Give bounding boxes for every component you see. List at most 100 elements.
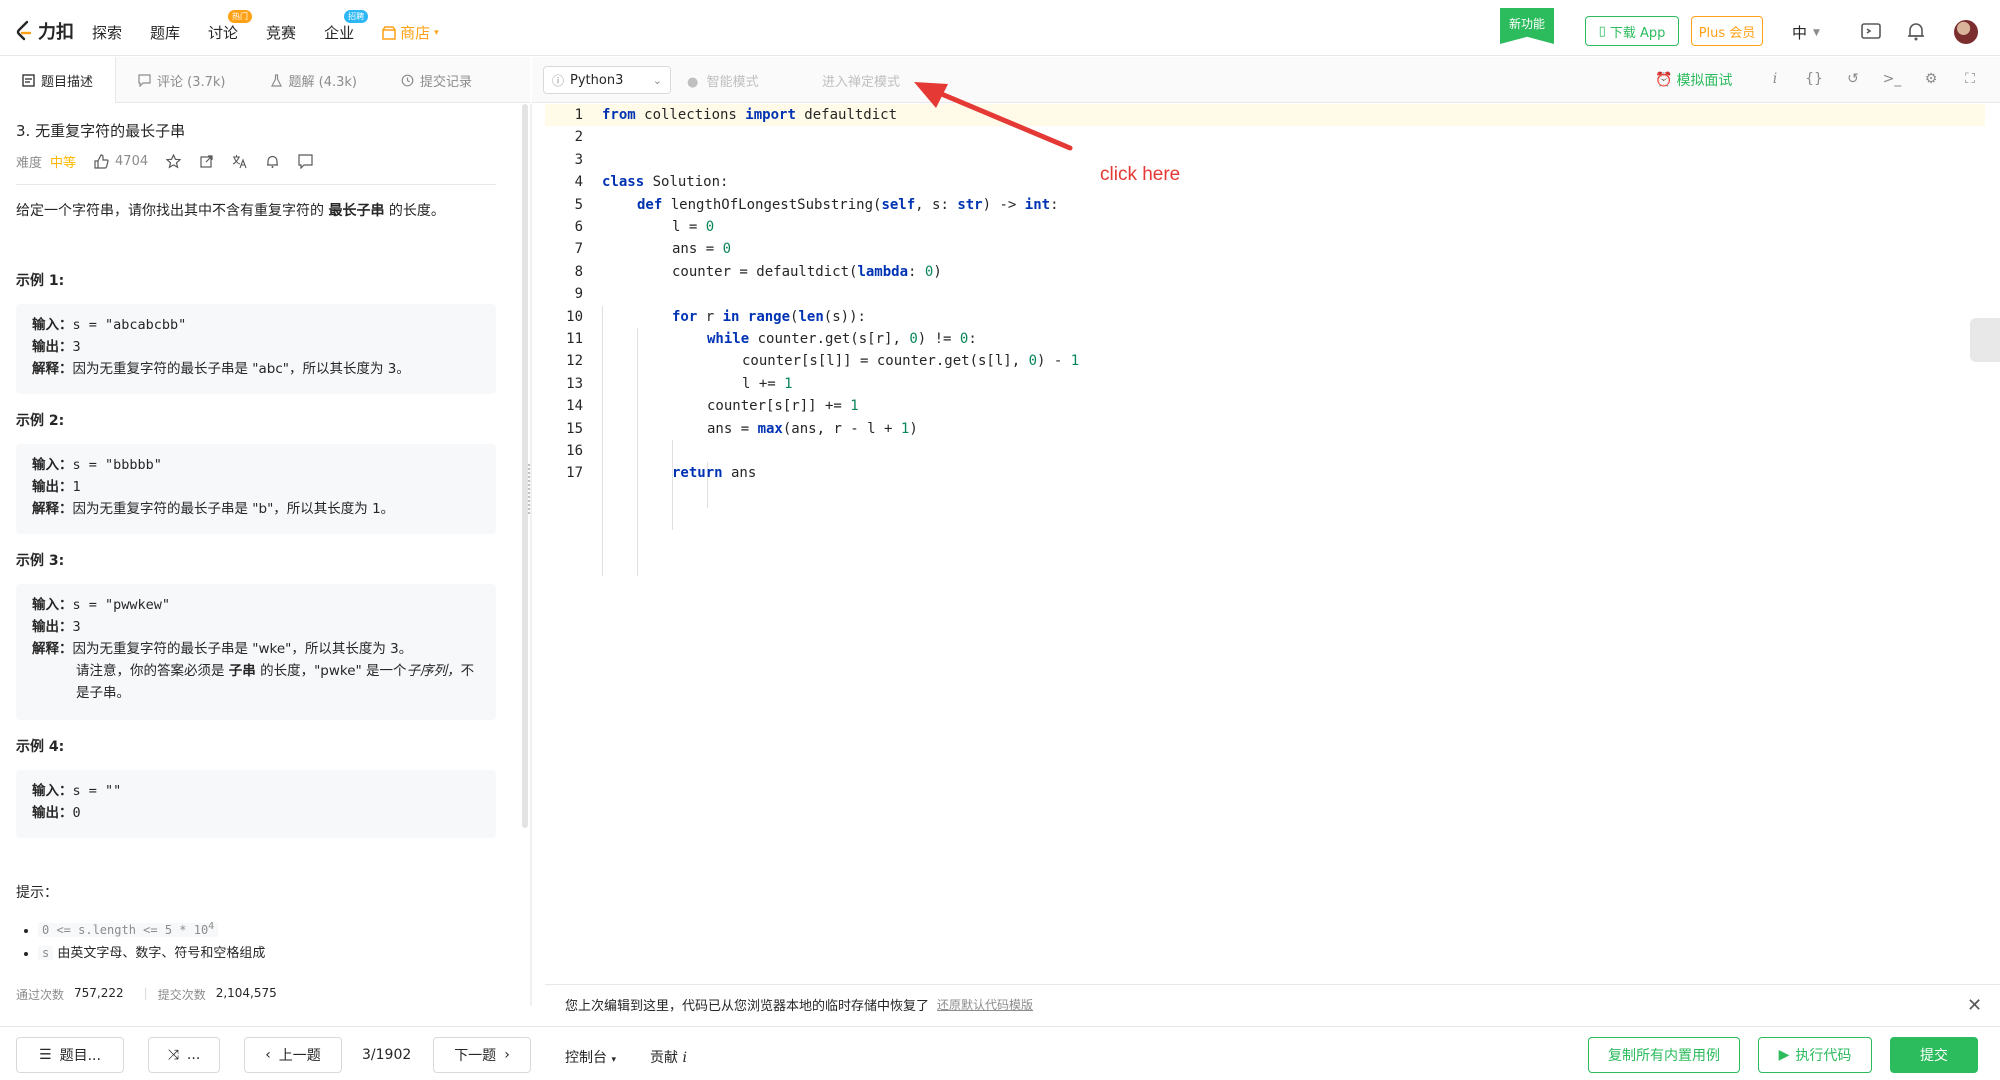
playground-icon[interactable] <box>1860 20 1882 42</box>
download-app-button[interactable]: ▯ 下载 App <box>1585 16 1679 46</box>
code-line[interactable]: 9 <box>545 283 1985 305</box>
example-2-box: 输入：s = "bbbbb" 输出：1 解释：因为无重复字符的最长子串是 "b"… <box>16 444 496 534</box>
difficulty-value: 中等 <box>50 156 77 171</box>
code-line[interactable]: 8 counter = defaultdict(lambda: 0) <box>545 261 1985 283</box>
intro-text-end: 的长度。 <box>384 203 445 219</box>
next-label: 下一题 <box>454 1048 497 1064</box>
code-line[interactable]: 6 l = 0 <box>545 216 1985 238</box>
code-line[interactable]: 14 counter[s[r]] += 1 <box>545 395 1985 417</box>
clock-icon <box>401 74 414 86</box>
explain-label: 解释： <box>32 361 73 377</box>
smart-mode-toggle[interactable]: ● 智能模式 <box>687 71 759 90</box>
line-number: 12 <box>566 353 583 370</box>
user-avatar[interactable] <box>1954 20 1978 44</box>
language-label: 中 <box>1792 24 1808 42</box>
reset-code-icon[interactable]: ↺ <box>1843 69 1863 89</box>
tab-comments[interactable]: 评论 (3.7k) <box>116 57 247 103</box>
random-problem-button[interactable]: ⤨ ... <box>148 1037 220 1073</box>
submit-button[interactable]: 提交 <box>1890 1037 1978 1073</box>
code-keyword: len <box>798 308 824 325</box>
side-panel-handle[interactable] <box>1970 318 2000 362</box>
nav-contest[interactable]: 竞赛 <box>266 22 296 43</box>
accepted-count: 757,222 <box>74 986 124 1000</box>
problem-list-button[interactable]: ☰ 题目... <box>16 1037 124 1073</box>
like-button[interactable]: 4704 <box>94 154 148 169</box>
tab-description[interactable]: 题目描述 <box>0 57 117 103</box>
example-3-output: 3 <box>72 619 81 635</box>
run-code-button[interactable]: ▶ 执行代码 <box>1758 1037 1872 1073</box>
code-line[interactable]: 12 counter[s[l]] = counter.get(s[l], 0) -… <box>545 350 1985 372</box>
leetcode-logo-icon <box>16 20 32 41</box>
nav-discuss[interactable]: 讨论 热门 <box>208 10 253 43</box>
leetcode-logo[interactable]: 力扣 <box>14 18 74 44</box>
share-icon[interactable] <box>199 154 214 169</box>
mock-interview-button[interactable]: ⏰ 模拟面试 <box>1655 70 1732 90</box>
nav-enterprise[interactable]: 企业 招聘 <box>324 10 369 43</box>
code-line[interactable]: 17 return ans <box>545 462 1985 484</box>
translate-icon[interactable] <box>232 154 247 169</box>
close-icon[interactable]: ✕ <box>1967 995 1982 1016</box>
code-line[interactable]: 7 ans = 0 <box>545 238 1985 260</box>
info-icon: ⓘ <box>552 73 565 88</box>
tab-solutions[interactable]: 题解 (4.3k) <box>248 57 379 103</box>
code-line[interactable]: 2 <box>545 126 1985 148</box>
code-line[interactable]: 15 ans = max(ans, r - l + 1) <box>545 418 1985 440</box>
settings-gear-icon[interactable]: ⚙ <box>1921 69 1941 89</box>
notification-bell-icon[interactable] <box>1905 20 1927 42</box>
example-3-note: 请注意，你的答案必须是 子串 的长度，"pwke" 是一个子序列，不是子串。 <box>32 660 480 704</box>
zen-mode-button[interactable]: 进入禅定模式 <box>822 71 900 90</box>
explain-label: 解释： <box>32 641 73 657</box>
bell-icon[interactable] <box>265 154 280 169</box>
tab-solutions-label: 题解 (4.3k) <box>288 74 357 90</box>
code-line[interactable]: 1 from collections import defaultdict <box>545 104 1985 127</box>
info-italic-icon[interactable]: i <box>1765 69 1785 89</box>
code-line[interactable]: 16 <box>545 440 1985 462</box>
code-number: 0 <box>705 219 715 235</box>
code-line[interactable]: 13 l += 1 <box>545 373 1985 395</box>
caret-down-icon: ▾ <box>611 1055 616 1065</box>
annotation-click-here: click here <box>1100 164 1181 185</box>
code-text: collections <box>635 107 746 123</box>
fullscreen-icon[interactable]: ⛶ <box>1960 69 1980 89</box>
next-problem-button[interactable]: 下一题 › <box>433 1037 531 1073</box>
panel-resizer[interactable] <box>528 104 532 1006</box>
code-keyword: range <box>747 308 791 325</box>
contribute-button[interactable]: 贡献 i <box>650 1047 687 1067</box>
feedback-icon[interactable] <box>298 154 313 169</box>
line-number: 8 <box>574 263 583 280</box>
stats-divider: | <box>143 986 148 1000</box>
nav-explore[interactable]: 探索 <box>92 22 122 43</box>
nav-store[interactable]: 商店 ▾ <box>382 22 439 43</box>
constraint-text: 由英文字母、数字、符号和空格组成 <box>53 946 266 961</box>
code-line[interactable]: 5 def lengthOfLongestSubstring(self, s: s… <box>545 194 1985 216</box>
code-line[interactable]: 3 <box>545 149 1985 171</box>
tab-submissions[interactable]: 提交记录 <box>379 57 494 103</box>
intro-text: 给定一个字符串，请你找出其中不含有重复字符的 <box>16 203 329 219</box>
code-line[interactable]: 10 for r in range(len(s)): <box>545 306 1985 328</box>
code-line[interactable]: 4 class Solution: <box>545 171 1985 193</box>
code-line[interactable]: 11 while counter.get(s[r], 0) != 0: <box>545 328 1985 350</box>
problem-intro: 给定一个字符串，请你找出其中不含有重复字符的 最长子串 的长度。 <box>16 200 496 220</box>
code-number: 1 <box>850 398 859 415</box>
star-icon[interactable] <box>166 154 182 169</box>
plus-membership-button[interactable]: Plus 会员 <box>1691 16 1763 46</box>
terminal-icon[interactable]: >_ <box>1882 69 1902 89</box>
format-code-icon[interactable]: {} <box>1804 69 1824 89</box>
input-label: 输入： <box>32 317 73 333</box>
code-text: Solution: <box>644 174 729 191</box>
nav-problems[interactable]: 题库 <box>150 22 180 43</box>
resizer-grip[interactable] <box>528 464 532 514</box>
language-switcher[interactable]: 中 ▼ <box>1792 22 1820 43</box>
copy-test-cases-button[interactable]: 复制所有内置用例 <box>1588 1037 1740 1073</box>
console-toggle[interactable]: 控制台 ▾ <box>565 1047 616 1067</box>
random-label: ... <box>186 1047 201 1063</box>
line-number: 6 <box>574 219 583 235</box>
list-icon: ☰ <box>39 1047 52 1063</box>
prev-problem-button[interactable]: ‹ 上一题 <box>244 1037 342 1073</box>
restore-default-link[interactable]: 还原默认代码模版 <box>937 996 1033 1013</box>
example-4-box: 输入：s = "" 输出：0 <box>16 770 496 838</box>
new-feature-ribbon[interactable]: 新功能 <box>1500 8 1554 44</box>
code-editor[interactable]: 1 from collections import defaultdict 2 3… <box>545 104 2000 980</box>
language-select[interactable]: ⓘ Python3 ⌄ <box>543 66 671 94</box>
